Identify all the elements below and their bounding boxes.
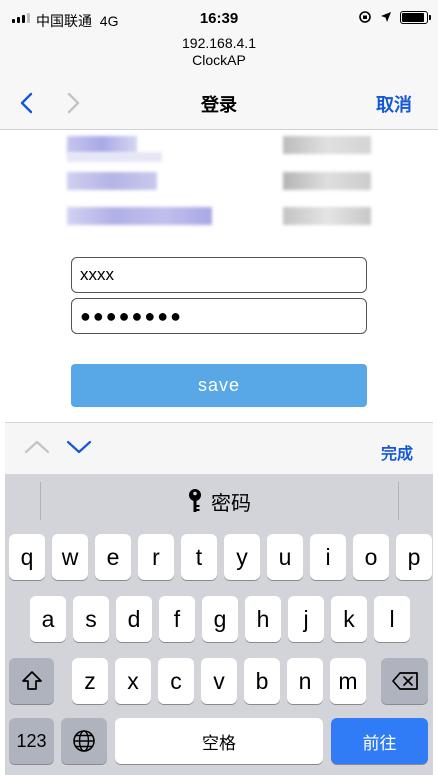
login-page: xxxx ●●●●●●●● save (5, 130, 433, 422)
orientation-lock-icon (359, 11, 371, 23)
key-e[interactable]: e (95, 534, 131, 580)
key-x[interactable]: x (115, 658, 151, 704)
address-bar: 192.168.4.1 ClockAP (0, 34, 438, 74)
suggestion-divider (40, 482, 41, 520)
keyboard: 密码 qwertyuiop asdfghjkl zxcvbnm 123 空格 前… (5, 474, 433, 775)
page-host: 192.168.4.1 (182, 35, 256, 51)
suggestion-label: 密码 (211, 492, 251, 515)
network-ssid: ClockAP (192, 52, 246, 68)
key-d[interactable]: d (116, 596, 152, 642)
password-value: ●●●●●●●● (80, 305, 183, 326)
key-a[interactable]: a (30, 596, 66, 642)
done-button[interactable]: 完成 (381, 440, 413, 464)
key-k[interactable]: k (331, 596, 367, 642)
key-m[interactable]: m (330, 658, 366, 704)
key-o[interactable]: o (353, 534, 389, 580)
status-icons (358, 10, 431, 24)
backspace-icon (391, 672, 418, 690)
key-i[interactable]: i (310, 534, 346, 580)
key-u[interactable]: u (267, 534, 303, 580)
key-t[interactable]: t (181, 534, 217, 580)
key-h[interactable]: h (245, 596, 281, 642)
key-w[interactable]: w (52, 534, 88, 580)
key-r[interactable]: r (138, 534, 174, 580)
numbers-key[interactable]: 123 (9, 718, 54, 764)
key-b[interactable]: b (244, 658, 280, 704)
key-j[interactable]: j (288, 596, 324, 642)
password-field[interactable]: ●●●●●●●● (71, 298, 367, 334)
key-f[interactable]: f (159, 596, 195, 642)
space-key[interactable]: 空格 (115, 718, 323, 764)
key-g[interactable]: g (202, 596, 238, 642)
key-s[interactable]: s (73, 596, 109, 642)
key-l[interactable]: l (374, 596, 410, 642)
username-value: xxxx (80, 265, 114, 284)
nav-bar: 登录 取消 (0, 74, 438, 130)
key-y[interactable]: y (224, 534, 260, 580)
key-icon (189, 489, 201, 512)
key-z[interactable]: z (72, 658, 108, 704)
save-button[interactable]: save (71, 364, 367, 407)
page-title: 登录 (201, 95, 237, 115)
go-key[interactable]: 前往 (331, 718, 428, 764)
shift-key[interactable] (9, 658, 54, 704)
key-c[interactable]: c (158, 658, 194, 704)
key-q[interactable]: q (9, 534, 45, 580)
globe-icon (73, 730, 95, 752)
cancel-button[interactable]: 取消 (376, 91, 412, 117)
battery-icon (400, 10, 431, 24)
key-p[interactable]: p (396, 534, 432, 580)
password-suggestion[interactable]: 密码 (187, 487, 251, 516)
suggestion-divider (398, 482, 399, 520)
status-bar: 中国联通 4G 16:39 (0, 0, 438, 36)
location-icon (381, 12, 391, 22)
key-n[interactable]: n (287, 658, 323, 704)
globe-key[interactable] (61, 718, 107, 764)
password-suggestion-bar: 密码 (5, 474, 433, 528)
form-accessory-bar: 完成 (5, 422, 433, 474)
key-v[interactable]: v (201, 658, 237, 704)
shift-icon (21, 671, 42, 690)
previous-field-icon[interactable] (23, 437, 51, 457)
next-field-icon[interactable] (65, 437, 93, 457)
delete-key[interactable] (381, 658, 428, 704)
username-field[interactable]: xxxx (71, 257, 367, 293)
